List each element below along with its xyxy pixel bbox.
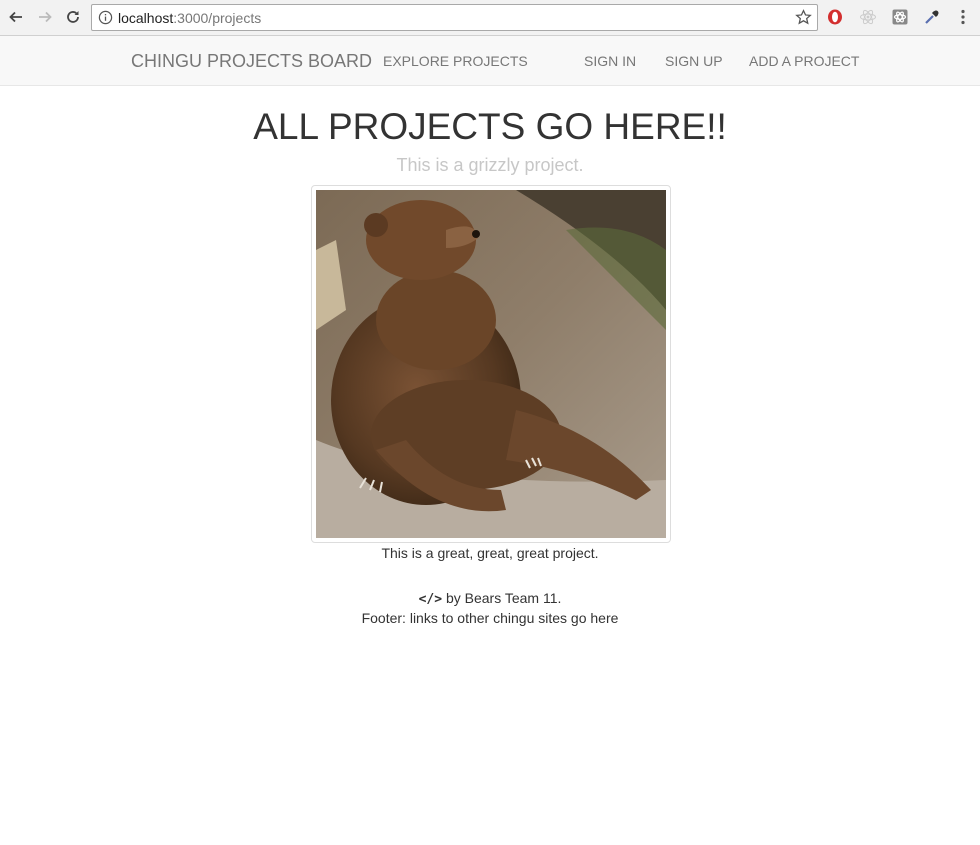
reload-icon[interactable] <box>62 6 84 28</box>
footer-links-text: Footer: links to other chingu sites go h… <box>361 610 619 626</box>
nav-explore-projects[interactable]: EXPLORE PROJECTS <box>383 36 528 86</box>
page-title: ALL PROJECTS GO HERE!! <box>253 106 727 147</box>
project-image <box>311 185 671 543</box>
site-navbar: CHINGU PROJECTS BOARD EXPLORE PROJECTS S… <box>0 36 980 86</box>
footer-credit-text: by Bears Team 11. <box>442 590 562 606</box>
back-icon[interactable] <box>5 6 27 28</box>
react-icon[interactable] <box>859 8 877 26</box>
project-description: This is a great, great, great project. <box>381 545 599 561</box>
code-icon: </> <box>418 592 443 607</box>
star-icon[interactable] <box>795 9 812 26</box>
opera-icon[interactable] <box>826 8 844 26</box>
address-url[interactable]: localhost:3000/projects <box>118 10 261 26</box>
nav-add-project[interactable]: ADD A PROJECT <box>749 36 859 86</box>
extension-icon[interactable] <box>891 8 909 26</box>
grizzly-bear-image <box>316 190 666 538</box>
info-icon[interactable] <box>98 10 113 25</box>
brand-link[interactable]: CHINGU PROJECTS BOARD <box>131 36 372 86</box>
eyedropper-icon[interactable] <box>923 8 941 26</box>
browser-toolbar: localhost:3000/projects <box>0 0 980 36</box>
footer-credit: </> by Bears Team 11. <box>0 590 980 607</box>
menu-icon[interactable] <box>954 8 972 26</box>
forward-icon[interactable] <box>34 6 56 28</box>
nav-sign-in[interactable]: SIGN IN <box>584 36 636 86</box>
project-subtitle: This is a grizzly project. <box>396 155 584 175</box>
address-bar[interactable]: localhost:3000/projects <box>91 4 818 31</box>
nav-sign-up[interactable]: SIGN UP <box>665 36 723 86</box>
